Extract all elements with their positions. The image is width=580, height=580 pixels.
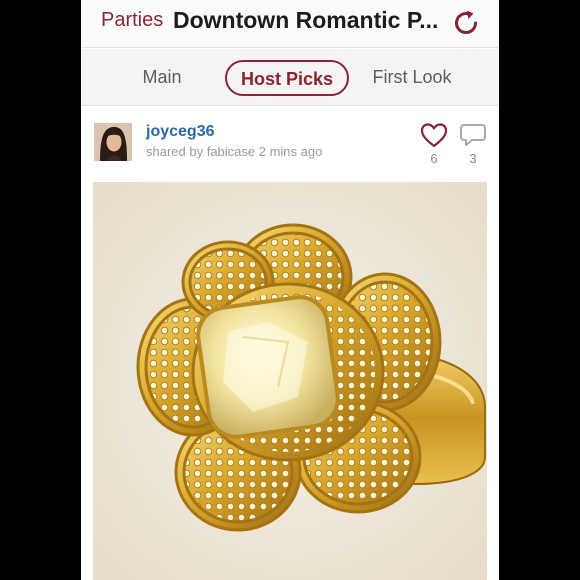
app-screen: Parties Downtown Romantic P... Main Host… <box>81 0 499 580</box>
username-link[interactable]: joyceg36 <box>146 123 214 141</box>
like-count: 6 <box>430 151 438 166</box>
ring-image <box>93 182 487 580</box>
tab-host-picks[interactable]: Host Picks <box>225 60 349 96</box>
top-bar: Parties Downtown Romantic P... <box>81 0 499 48</box>
tab-main[interactable]: Main <box>126 60 198 96</box>
page-title: Downtown Romantic P... <box>173 7 439 33</box>
comment-icon[interactable] <box>459 122 487 148</box>
refresh-icon[interactable] <box>451 8 481 38</box>
tab-bar: Main Host Picks First Look <box>81 49 499 106</box>
comment-count: 3 <box>469 151 477 166</box>
avatar[interactable] <box>94 123 132 161</box>
back-to-parties-link[interactable]: Parties <box>101 9 163 32</box>
shared-by-text: shared by fabicase 2 mins ago <box>146 144 323 159</box>
heart-icon[interactable] <box>420 122 448 148</box>
listing-photo[interactable] <box>93 182 487 580</box>
post-header: joyceg36 shared by fabicase 2 mins ago 6… <box>81 107 499 177</box>
tab-first-look[interactable]: First Look <box>365 60 459 96</box>
